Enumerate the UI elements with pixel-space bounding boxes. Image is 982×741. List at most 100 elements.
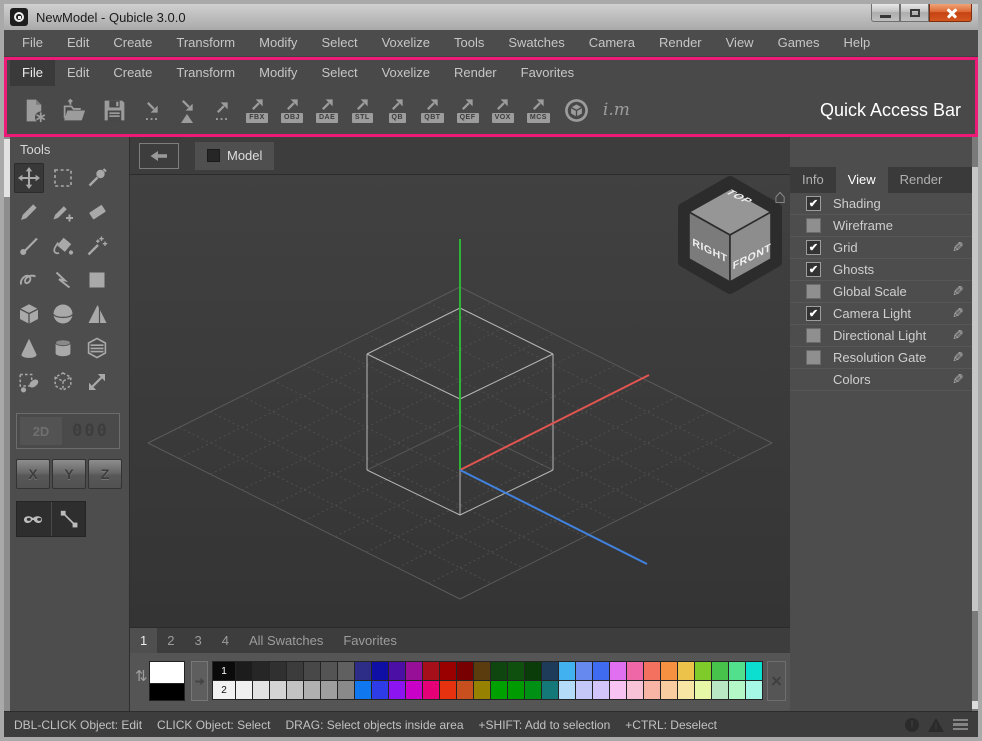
status-menu-icon[interactable] [953,718,968,731]
swatch-cell[interactable] [474,662,490,680]
swatch-cell[interactable] [678,681,694,699]
viewport-canvas[interactable]: TOP RIGHT FRONT ⌂ [130,175,790,627]
swatch-cell[interactable] [423,662,439,680]
extrude-tool[interactable] [82,333,112,363]
qab-menu-item-modify[interactable]: Modify [247,60,309,86]
menu-item-create[interactable]: Create [101,30,164,56]
mask-tool[interactable] [17,502,51,536]
menu-item-voxelize[interactable]: Voxelize [370,30,442,56]
orientation-cube[interactable]: TOP RIGHT FRONT [678,176,782,294]
menu-item-render[interactable]: Render [647,30,714,56]
menu-item-swatches[interactable]: Swatches [496,30,576,56]
swatch-cell[interactable] [440,662,456,680]
grid-checkbox[interactable]: ✔ [806,240,821,255]
2d-mode-button[interactable]: 2D [20,417,62,445]
edit-pencil-icon[interactable]: ✎ [952,283,964,300]
axis-x-button[interactable]: X [16,459,50,489]
swatch-cell[interactable] [355,662,371,680]
swatch-cell[interactable] [678,662,694,680]
menu-item-help[interactable]: Help [831,30,882,56]
qab-menu-item-favorites[interactable]: Favorites [509,60,586,86]
home-icon[interactable]: ⌂ [774,186,786,208]
directional-light-checkbox[interactable] [806,328,821,343]
swatch-cell[interactable] [355,681,371,699]
rectangle-tool[interactable] [82,265,112,295]
right-panel-scrollbar[interactable] [972,137,978,711]
qab-menu-item-render[interactable]: Render [442,60,509,86]
qab-menu-item-edit[interactable]: Edit [55,60,101,86]
line-tool[interactable] [51,502,85,536]
color-picker-tool[interactable] [82,163,112,193]
swatch-cell[interactable] [525,681,541,699]
magic-wand-tool[interactable] [82,231,112,261]
export-obj-button[interactable]: OBJ [281,97,303,123]
resolution-gate-checkbox[interactable] [806,350,821,365]
menu-item-tools[interactable]: Tools [442,30,496,56]
swatch-cell[interactable] [253,681,269,699]
move-tool[interactable] [14,163,44,193]
tools-panel-scrollbar[interactable] [4,137,10,711]
swatch-tab-2[interactable]: 2 [157,628,184,653]
swatch-cell[interactable] [236,662,252,680]
export-dae-button[interactable]: DAE [316,97,339,123]
swatch-cell[interactable] [695,662,711,680]
pyramid-tool[interactable] [82,299,112,329]
swatch-cell[interactable] [712,662,728,680]
swatch-cell[interactable] [423,681,439,699]
imaterialise-button[interactable]: i.m [603,100,630,120]
swatch-cell[interactable] [644,681,660,699]
menu-item-camera[interactable]: Camera [577,30,647,56]
swatch-cell[interactable] [287,662,303,680]
swatch-tab-favorites[interactable]: Favorites [333,628,406,653]
edit-pencil-icon[interactable]: ✎ [952,371,964,388]
title-bar[interactable]: NewModel - Qubicle 3.0.0 [4,4,978,30]
swatch-cell[interactable] [338,681,354,699]
swatch-tab-all-swatches[interactable]: All Swatches [239,628,333,653]
export-qbt-button[interactable]: QBT [421,97,444,123]
menu-item-edit[interactable]: Edit [55,30,101,56]
swatch-cell[interactable] [389,681,405,699]
qab-menu-item-transform[interactable]: Transform [164,60,247,86]
export-vox-button[interactable]: VOX [491,97,514,123]
box-tool[interactable] [14,299,44,329]
swatch-cell[interactable] [321,681,337,699]
swatch-cell[interactable] [729,662,745,680]
import-button[interactable]: ... [141,100,163,122]
edit-pencil-icon[interactable]: ✎ [952,305,964,322]
swatch-tab-3[interactable]: 3 [184,628,211,653]
sphere-tool[interactable] [48,299,78,329]
cylinder-tool[interactable] [48,333,78,363]
foreground-color[interactable] [150,662,184,684]
swap-colors-icon[interactable]: ⇅ [135,667,148,685]
swatch-cell[interactable] [695,681,711,699]
menu-item-transform[interactable]: Transform [164,30,247,56]
swatch-cell[interactable] [304,662,320,680]
camera-light-checkbox[interactable]: ✔ [806,306,821,321]
paint-bucket-tool[interactable] [48,231,78,261]
swatch-cell[interactable] [746,681,762,699]
swatch-cell[interactable] [491,681,507,699]
swatch-cell[interactable] [644,662,660,680]
swatch-cell[interactable] [746,662,762,680]
rect-select-tool[interactable] [48,163,78,193]
swatch-cell[interactable] [389,662,405,680]
swatch-cell[interactable] [542,681,558,699]
swatch-cell[interactable] [406,681,422,699]
background-color[interactable] [150,684,184,700]
maximize-button[interactable] [900,4,929,22]
open-button[interactable] [61,97,88,124]
swatch-tab-1[interactable]: 1 [130,628,158,653]
select-brush-tool[interactable] [14,367,44,397]
edit-pencil-icon[interactable]: ✎ [952,239,964,256]
brush-tool[interactable] [14,231,44,261]
cone-tool[interactable] [14,333,44,363]
scale-tool[interactable] [82,367,112,397]
menu-item-view[interactable]: View [714,30,766,56]
swatch-cell[interactable] [508,662,524,680]
polyline-tool[interactable] [48,265,78,295]
back-button[interactable] [139,142,179,169]
wireframe-checkbox[interactable] [806,218,821,233]
qab-menu-item-select[interactable]: Select [309,60,369,86]
swatch-cell[interactable] [491,662,507,680]
swatch-cell[interactable] [508,681,524,699]
